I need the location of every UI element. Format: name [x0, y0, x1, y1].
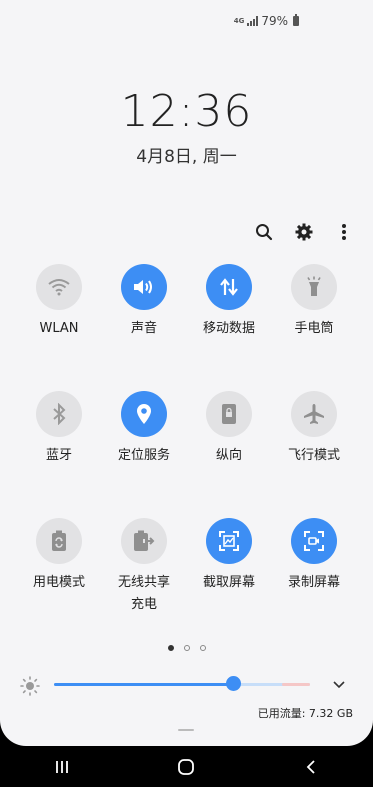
recents-icon[interactable] [42, 752, 82, 782]
tile-label: 声音 [130, 321, 157, 336]
mobile-data-icon [206, 264, 252, 310]
gear-icon[interactable] [293, 221, 315, 243]
volume-icon [121, 264, 167, 310]
battery-percent: 79% [261, 14, 288, 28]
tile-sound[interactable]: 声音 [101, 264, 187, 340]
tile-wireless-share[interactable]: 无线共享 充电 [101, 518, 187, 616]
clock-time: 12:36 [120, 86, 253, 137]
flashlight-icon [291, 264, 337, 310]
tile-mobile-data[interactable]: 移动数据 [186, 264, 272, 340]
page-indicator [0, 645, 373, 651]
brightness-icon [20, 676, 40, 700]
wireless-share-icon [121, 518, 167, 564]
page-dot[interactable] [199, 645, 206, 651]
power-mode-icon [36, 518, 82, 564]
tile-label-line1: 无线共享 [117, 575, 170, 590]
tile-airplane[interactable]: 飞行模式 [271, 391, 357, 467]
tile-label: 定位服务 [117, 448, 170, 463]
more-vert-icon[interactable] [333, 221, 355, 243]
airplane-icon [291, 391, 337, 437]
screen-record-icon [291, 518, 337, 564]
quick-panel: 4G 79% 12:36 4月8日, 周一 WLAN 声音 移动数据 手电筒 蓝… [0, 0, 373, 746]
tile-label: 蓝牙 [45, 448, 72, 463]
wifi-icon [36, 264, 82, 310]
tile-label: 纵向 [215, 448, 242, 463]
tile-screen-record[interactable]: 录制屏幕 [271, 518, 357, 594]
brightness-thumb[interactable] [226, 676, 241, 691]
tile-label-line2: 充电 [130, 597, 157, 612]
tile-portrait[interactable]: 纵向 [186, 391, 272, 467]
tile-label: 手电筒 [294, 321, 334, 336]
bluetooth-icon [36, 391, 82, 437]
tile-label: WLAN [39, 321, 79, 336]
tile-power-mode[interactable]: 用电模式 [8, 518, 110, 594]
status-bar: 4G 79% [234, 14, 299, 28]
tile-flashlight[interactable]: 手电筒 [271, 264, 357, 340]
tile-label: 录制屏幕 [287, 575, 340, 590]
signal-icon [247, 16, 259, 26]
panel-toolbar [253, 221, 355, 243]
chevron-down-icon[interactable] [331, 676, 347, 696]
panel-drag-handle[interactable] [178, 729, 194, 731]
battery-icon [293, 14, 299, 26]
portrait-lock-icon [206, 391, 252, 437]
home-icon[interactable] [166, 752, 206, 782]
brightness-fill [54, 683, 233, 686]
navigation-bar [0, 746, 373, 787]
brightness-row [0, 674, 373, 698]
tile-wlan[interactable]: WLAN [16, 264, 102, 340]
tile-label: 飞行模式 [287, 448, 340, 463]
page-dot-active[interactable] [167, 645, 174, 651]
data-usage-label: 已用流量: 7.32 GB [257, 707, 353, 720]
page-dot[interactable] [183, 645, 190, 651]
brightness-warm-zone [282, 683, 310, 686]
tile-label: 无线共享 充电 [101, 572, 187, 616]
network-type-label: 4G [233, 16, 245, 25]
location-icon [121, 391, 167, 437]
tile-screenshot[interactable]: 截取屏幕 [186, 518, 272, 594]
tile-label: 用电模式 [32, 575, 85, 590]
tile-location[interactable]: 定位服务 [101, 391, 187, 467]
clock-date: 4月8日, 周一 [136, 147, 237, 167]
tile-label: 移动数据 [202, 321, 255, 336]
brightness-slider[interactable] [54, 683, 310, 686]
search-icon[interactable] [253, 221, 275, 243]
tile-bluetooth[interactable]: 蓝牙 [16, 391, 102, 467]
back-icon[interactable] [291, 752, 331, 782]
screenshot-icon [206, 518, 252, 564]
tile-label: 截取屏幕 [202, 575, 255, 590]
